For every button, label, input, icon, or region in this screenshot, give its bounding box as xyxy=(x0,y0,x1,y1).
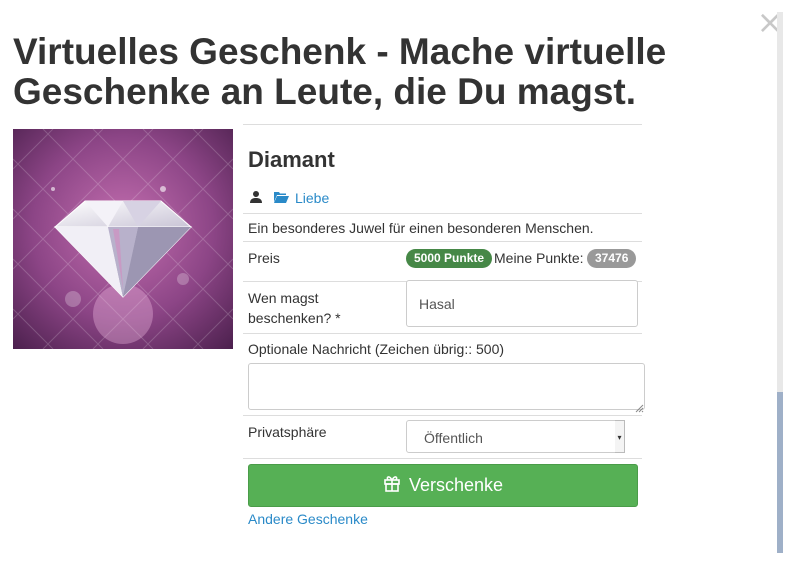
scrollbar[interactable] xyxy=(777,12,783,553)
recipient-input[interactable] xyxy=(406,280,638,327)
my-points-badge: 37476 xyxy=(587,249,637,268)
category-link[interactable]: Liebe xyxy=(295,190,329,206)
give-button-label: Verschenke xyxy=(408,475,504,495)
diamond-gift-image xyxy=(13,129,233,349)
gift-icon xyxy=(383,474,401,497)
recipient-row: Wen magst beschenken? * xyxy=(243,280,642,333)
folder-open-icon xyxy=(273,190,289,207)
my-points-label: Meine Punkte: xyxy=(494,250,584,266)
gift-details-panel: Diamant Liebe Ein besonderes Juwel für e… xyxy=(243,124,645,528)
action-row: Verschenke Andere Geschenke xyxy=(243,458,642,528)
privacy-label: Privatsphäre xyxy=(248,424,327,440)
privacy-select[interactable]: Öffentlich xyxy=(406,420,625,453)
privacy-row: Privatsphäre Öffentlich ▾ xyxy=(243,415,642,458)
message-row: Optionale Nachricht (Zeichen übrig:: 500… xyxy=(243,333,645,415)
price-label: Preis xyxy=(248,250,280,266)
resize-grip-icon[interactable] xyxy=(635,400,644,413)
gift-description: Ein besonderes Juwel für einen besondere… xyxy=(243,213,642,241)
message-label: Optionale Nachricht (Zeichen übrig:: 500… xyxy=(248,341,505,357)
message-textarea[interactable] xyxy=(248,363,645,410)
cost-badge: 5000 Punkte xyxy=(406,249,493,268)
other-gifts-link[interactable]: Andere Geschenke xyxy=(248,511,368,527)
caret-down-icon[interactable]: ▾ xyxy=(615,420,625,453)
price-row: Preis 5000 Punkte Meine Punkte: 37476 xyxy=(243,241,642,281)
recipient-label: Wen magst beschenken? * xyxy=(248,290,341,326)
give-gift-button[interactable]: Verschenke xyxy=(248,464,638,507)
gift-name: Diamant xyxy=(248,147,335,172)
scrollbar-thumb[interactable] xyxy=(777,392,783,553)
gift-meta: Liebe xyxy=(243,171,642,213)
user-icon xyxy=(249,190,263,207)
page-title: Virtuelles Geschenk - Mache virtuelle Ge… xyxy=(13,31,667,112)
